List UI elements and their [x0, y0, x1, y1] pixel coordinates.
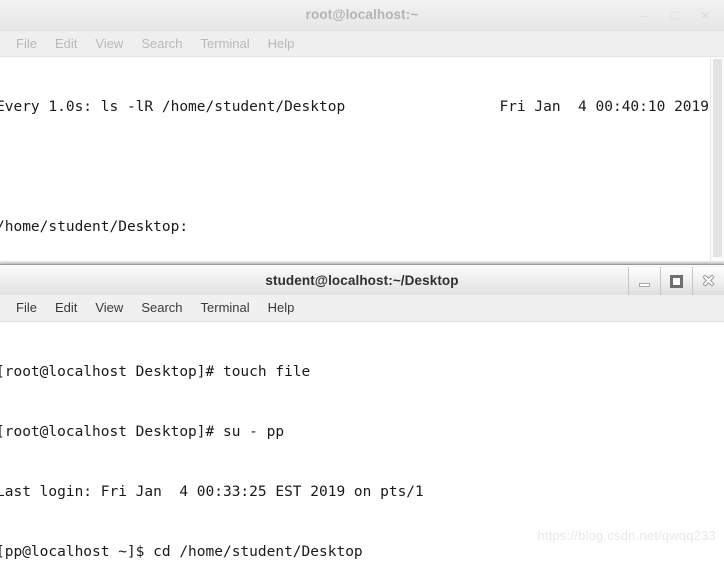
terminal-line: Last login: Fri Jan 4 00:33:25 EST 2019 … — [0, 484, 424, 500]
menu-item-terminal[interactable]: Terminal — [192, 295, 259, 321]
menu-item-file[interactable]: File — [7, 295, 46, 321]
window-title-student: student@localhost:~/Desktop — [265, 273, 459, 288]
maximize-button-student[interactable] — [661, 267, 693, 295]
watch-timestamp: Fri Jan 4 00:40:10 2019 — [499, 99, 709, 115]
minimize-button-student[interactable] — [629, 267, 661, 295]
maximize-icon — [672, 276, 681, 286]
maximize-button-root[interactable]: □ — [660, 0, 690, 30]
close-button-student[interactable]: ✕ — [693, 267, 724, 295]
terminal-line: [root@localhost Desktop]# su - pp — [0, 424, 285, 440]
minimize-button-root[interactable]: – — [630, 0, 660, 30]
terminal-line: [pp@localhost ~]$ cd /home/student/Deskt… — [0, 544, 363, 560]
window-title-root: root@localhost:~ — [305, 7, 419, 22]
watch-header: Every 1.0s: ls -lR /home/student/Desktop… — [0, 97, 711, 117]
scrollbar-thumb[interactable] — [713, 59, 722, 257]
terminal-line: /home/student/Desktop: — [0, 219, 189, 235]
window-titlebar-student[interactable]: student@localhost:~/Desktop ✕ — [0, 264, 724, 295]
terminal-output-root[interactable]: Every 1.0s: ls -lR /home/student/Desktop… — [0, 57, 711, 261]
menubar-student: File Edit View Search Terminal Help — [0, 295, 724, 322]
window-titlebar-root[interactable]: root@localhost:~ – □ ✕ — [0, 0, 724, 31]
terminal-window-student[interactable]: student@localhost:~/Desktop ✕ File Edit … — [0, 264, 724, 561]
window-controls-root: – □ ✕ — [630, 0, 720, 30]
menubar-root: File Edit View Search Terminal Help — [0, 31, 724, 57]
menu-item-view[interactable]: View — [86, 295, 132, 321]
window-controls-student: ✕ — [628, 267, 724, 295]
terminal-line: [root@localhost Desktop]# touch file — [0, 364, 311, 380]
close-button-root[interactable]: ✕ — [690, 0, 720, 30]
terminal-output-student[interactable]: [root@localhost Desktop]# touch file [ro… — [0, 322, 724, 561]
menu-item-help[interactable]: Help — [259, 31, 304, 56]
terminal-window-root[interactable]: root@localhost:~ – □ ✕ File Edit View Se… — [0, 0, 724, 264]
menu-item-view[interactable]: View — [86, 31, 132, 56]
terminal-scrollbar-root[interactable] — [710, 57, 724, 261]
menu-item-terminal[interactable]: Terminal — [192, 31, 259, 56]
minimize-icon — [640, 283, 649, 286]
menu-item-help[interactable]: Help — [259, 295, 304, 321]
close-icon: ✕ — [702, 272, 715, 290]
menu-item-search[interactable]: Search — [132, 31, 191, 56]
watch-command: Every 1.0s: ls -lR /home/student/Desktop — [0, 99, 346, 115]
menu-item-edit[interactable]: Edit — [46, 295, 86, 321]
menu-item-edit[interactable]: Edit — [46, 31, 86, 56]
menu-item-search[interactable]: Search — [132, 295, 191, 321]
menu-item-file[interactable]: File — [7, 31, 46, 56]
